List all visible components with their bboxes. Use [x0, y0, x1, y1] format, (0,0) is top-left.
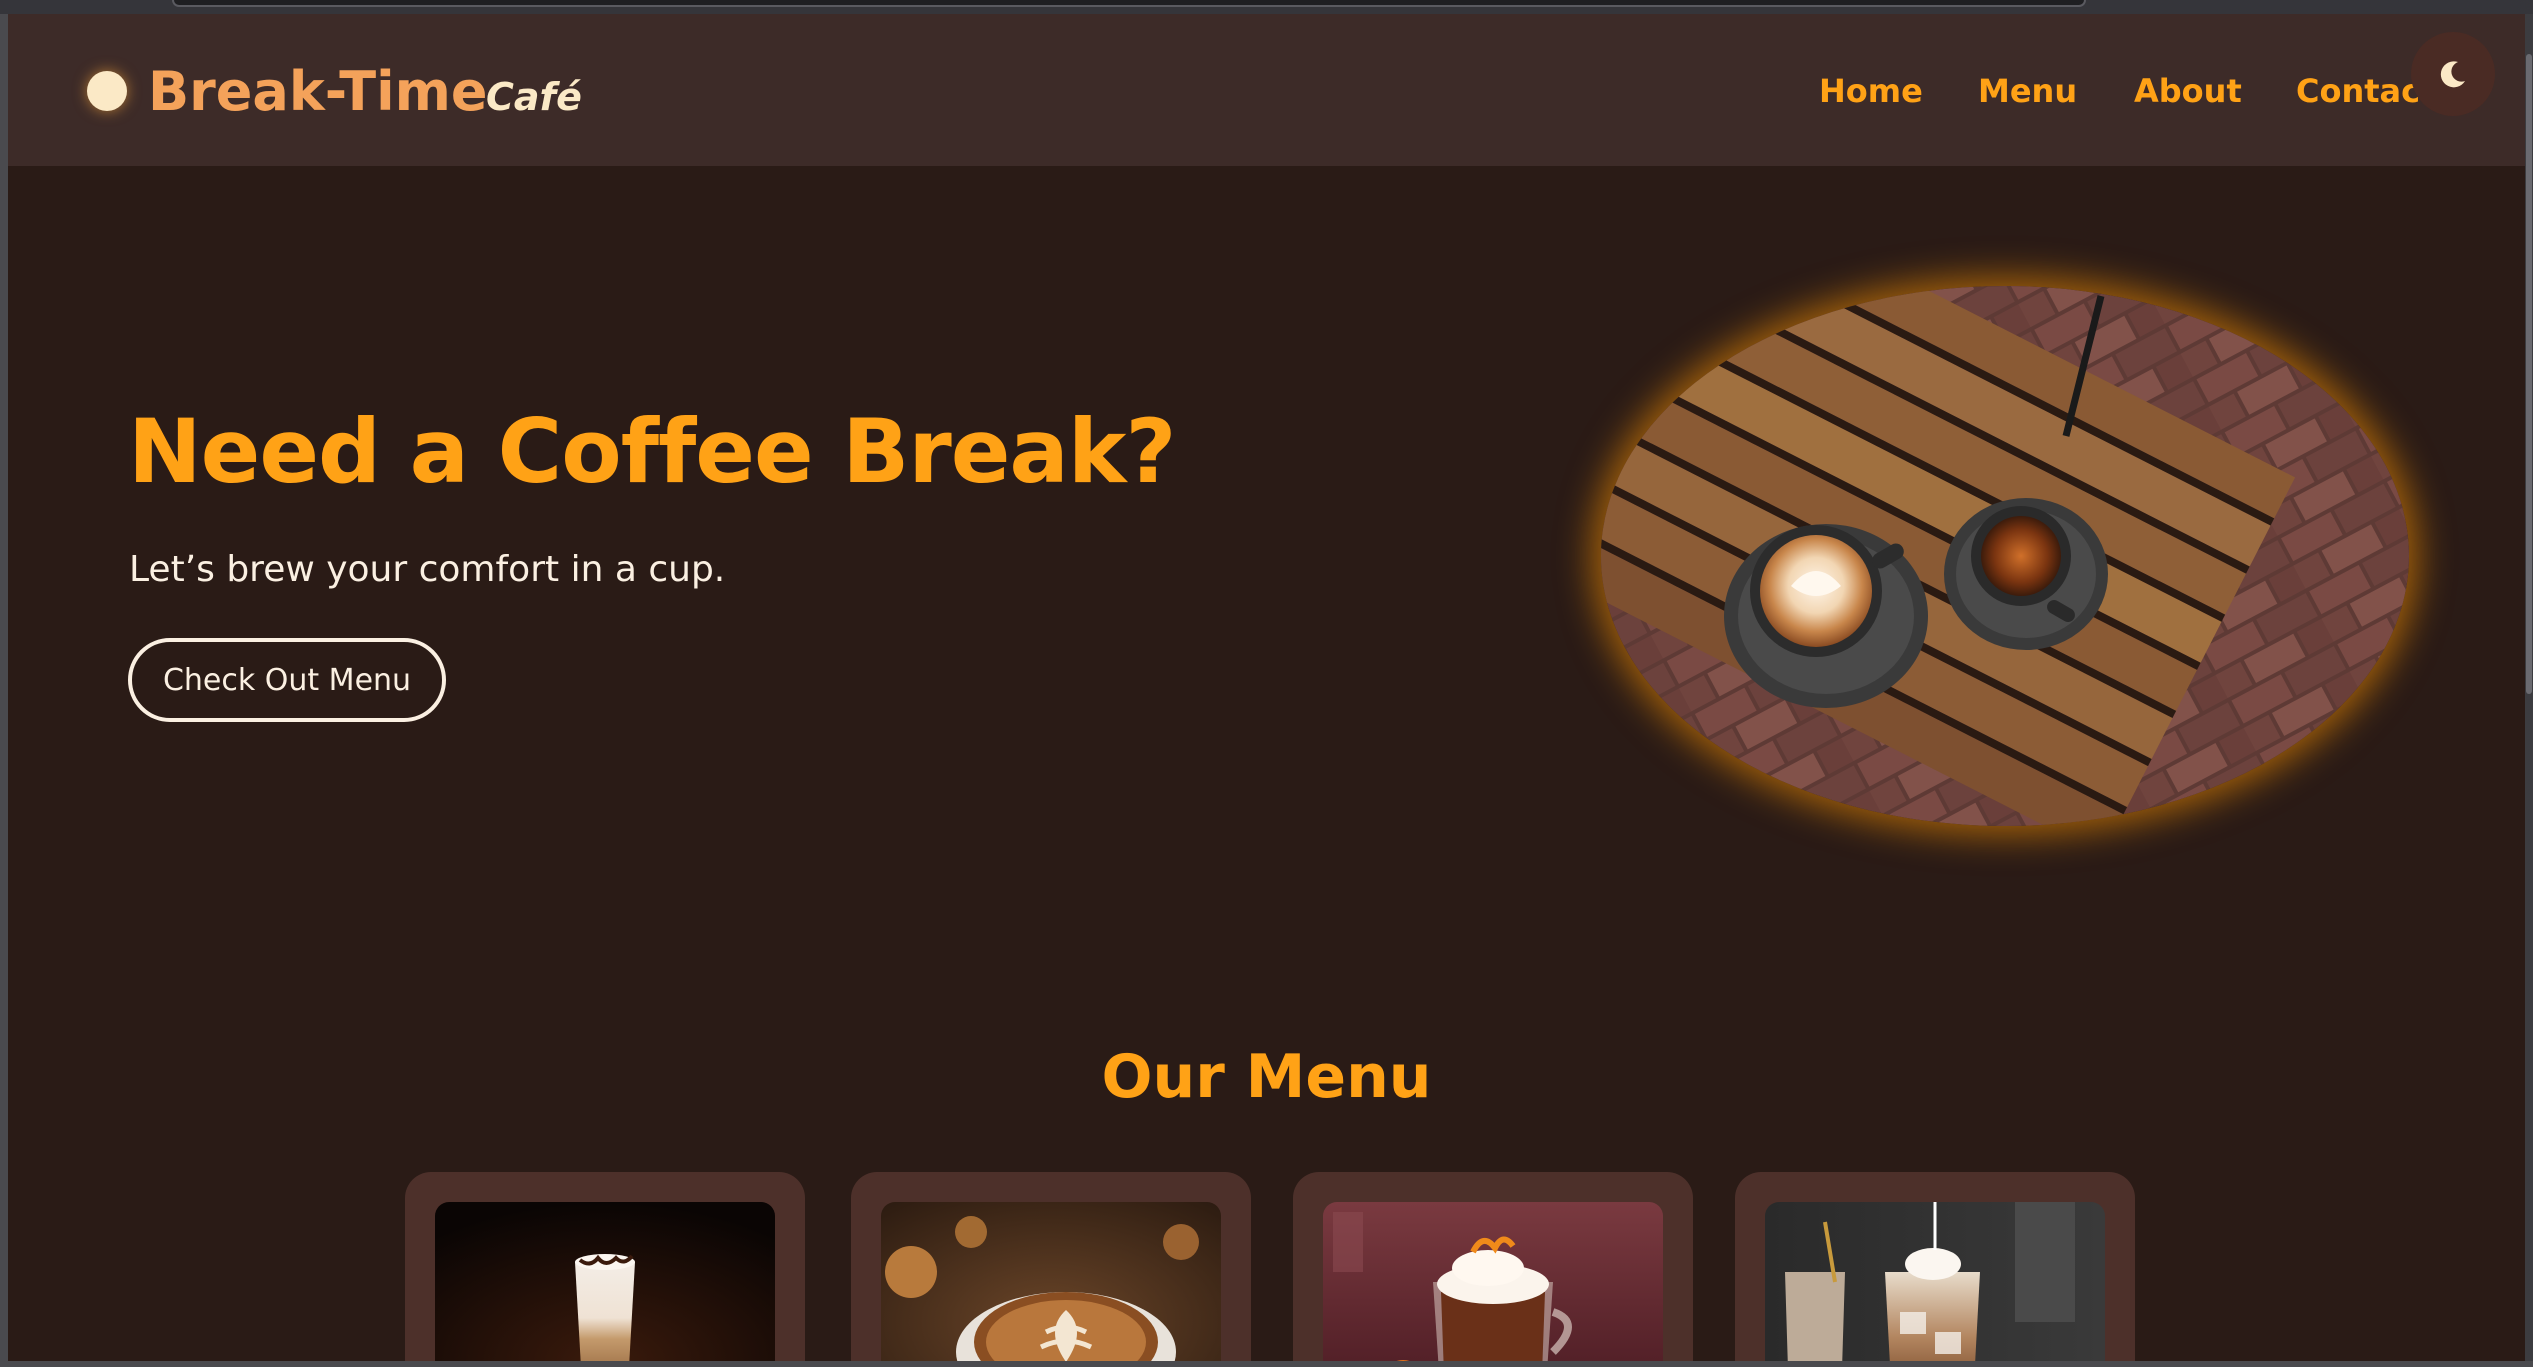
- menu-card[interactable]: [405, 1172, 805, 1361]
- menu-card[interactable]: [851, 1172, 1251, 1361]
- nav-link-home[interactable]: Home: [1819, 72, 1923, 110]
- address-bar[interactable]: [172, 0, 2086, 7]
- browser-chrome: [0, 0, 2533, 14]
- brand-suffix: Café: [486, 75, 582, 119]
- hero-title: Need a Coffee Break?: [128, 400, 1176, 503]
- nav-link-menu[interactable]: Menu: [1978, 72, 2077, 110]
- menu-card[interactable]: [1735, 1172, 2135, 1361]
- hero-coffee-image: [1601, 286, 2409, 826]
- brand-name[interactable]: Break-Time: [148, 60, 487, 123]
- page-viewport: Break-Time Café Home Menu About Contact …: [8, 14, 2525, 1361]
- nav-link-about[interactable]: About: [2134, 72, 2242, 110]
- check-out-menu-button[interactable]: Check Out Menu: [128, 638, 446, 722]
- site-header: Break-Time Café Home Menu About Contact: [8, 14, 2525, 166]
- theme-toggle-button[interactable]: [2411, 32, 2495, 116]
- menu-item-image: [1765, 1202, 2105, 1361]
- hero-subtitle: Let’s brew your comfort in a cup.: [129, 549, 726, 590]
- menu-item-image: [435, 1202, 775, 1361]
- menu-card[interactable]: [1293, 1172, 1693, 1361]
- moon-icon: [2440, 61, 2465, 88]
- scrollbar-thumb[interactable]: [2526, 54, 2532, 694]
- menu-item-image: [1323, 1202, 1663, 1361]
- menu-section-title: Our Menu: [1101, 1042, 1432, 1112]
- menu-item-image: [881, 1202, 1221, 1361]
- logo-sun-icon: [87, 71, 127, 111]
- page-scrollbar[interactable]: [2525, 14, 2533, 1361]
